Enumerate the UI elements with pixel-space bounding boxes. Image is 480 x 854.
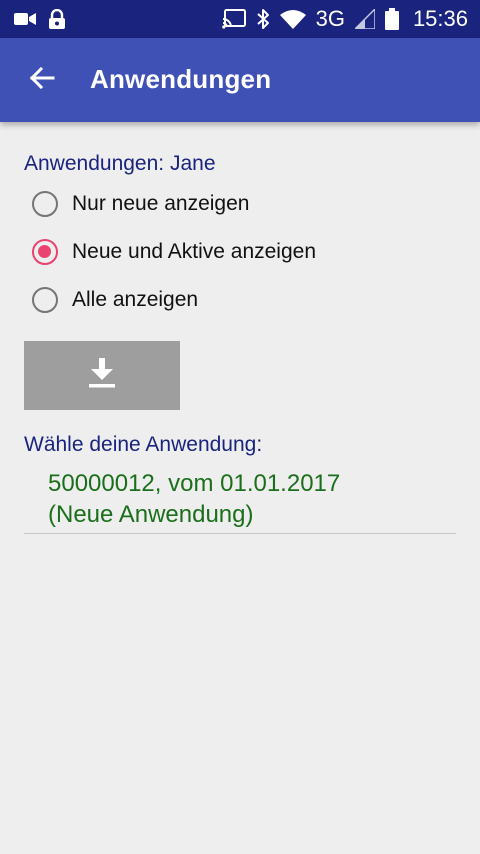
bluetooth-icon (256, 8, 270, 30)
radio-option-new-and-active[interactable]: Neue und Aktive anzeigen (32, 232, 316, 272)
radio-label: Nur neue anzeigen (72, 192, 250, 215)
arrow-back-icon (29, 66, 55, 94)
wifi-icon (279, 9, 306, 29)
download-icon (89, 358, 115, 393)
battery-icon (384, 8, 399, 30)
radio-label: Alle anzeigen (72, 288, 199, 311)
status-bar: 3G 15:36 (0, 0, 480, 38)
radio-button[interactable] (32, 287, 58, 313)
radio-button[interactable] (32, 191, 58, 217)
radio-button-selected[interactable] (32, 239, 58, 265)
cast-icon (221, 9, 246, 29)
radio-option-new[interactable]: Nur neue anzeigen (32, 184, 249, 224)
radio-option-all[interactable]: Alle anzeigen (32, 280, 198, 320)
network-type: 3G (315, 6, 345, 31)
back-button[interactable] (22, 60, 62, 100)
signal-icon (354, 9, 375, 29)
lock-icon (48, 9, 66, 29)
app-bar: Anwendungen (0, 38, 480, 122)
download-button[interactable] (24, 341, 180, 410)
clock: 15:36 (412, 6, 468, 31)
application-id-date: 50000012, vom 01.01.2017 (48, 470, 341, 497)
filter-label: Anwendungen: Jane (24, 152, 216, 175)
application-status: (Neue Anwendung) (48, 501, 254, 528)
application-list-item[interactable]: 50000012, vom 01.01.2017 (Neue Anwendung… (24, 466, 456, 534)
applications-label: Wähle deine Anwendung: (24, 433, 263, 456)
page-title: Anwendungen (90, 64, 272, 94)
video-camera-icon (14, 11, 36, 27)
radio-label: Neue und Aktive anzeigen (72, 240, 317, 263)
